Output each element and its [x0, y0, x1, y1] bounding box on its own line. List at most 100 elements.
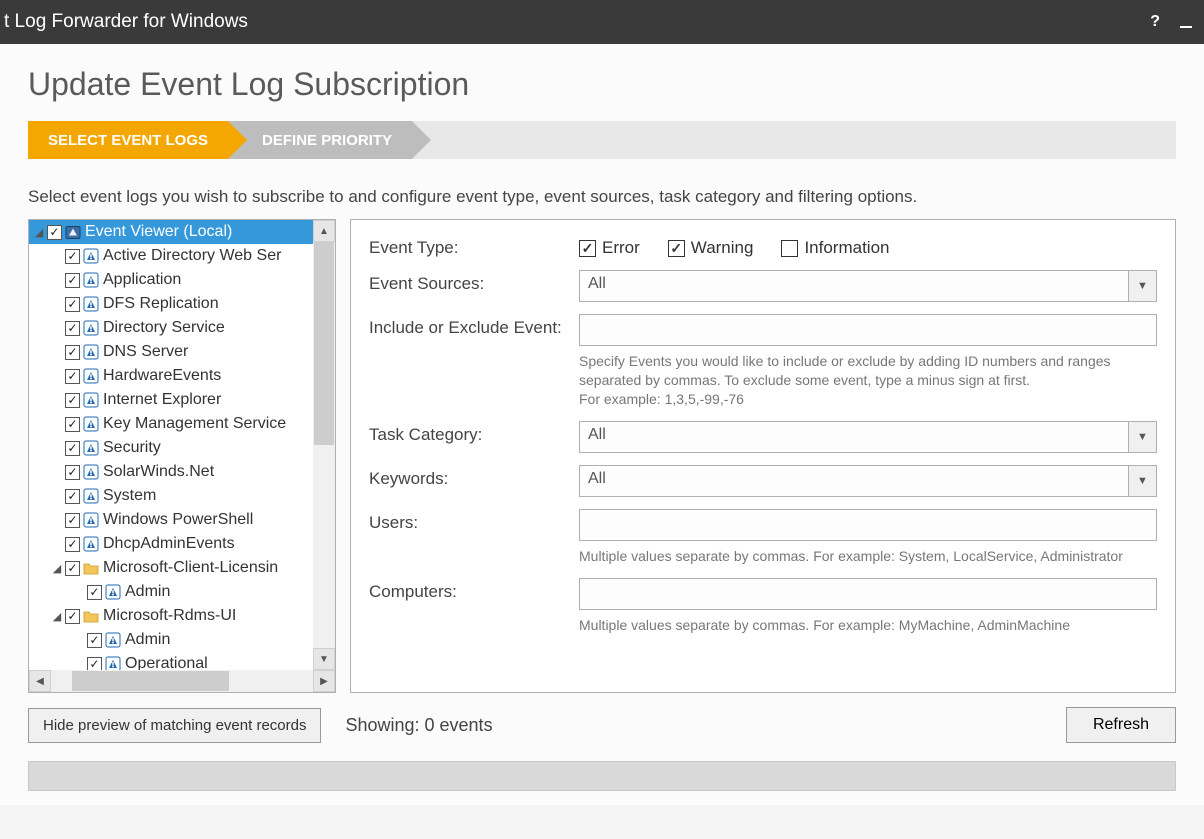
tree-item[interactable]: ✓ DhcpAdminEvents: [29, 532, 313, 556]
chevron-down-icon[interactable]: ▼: [1128, 466, 1156, 496]
expander-icon[interactable]: ◢: [49, 562, 65, 575]
log-icon: [83, 296, 99, 312]
filter-form: Event Type: ✓Error ✓Warning Information …: [350, 219, 1176, 693]
refresh-button[interactable]: Refresh: [1066, 707, 1176, 743]
log-icon: [83, 272, 99, 288]
log-icon: [105, 656, 121, 670]
label-include-exclude: Include or Exclude Event:: [369, 314, 579, 338]
tree-item[interactable]: ✓ Security: [29, 436, 313, 460]
tree-item[interactable]: ✓ System: [29, 484, 313, 508]
tree-item[interactable]: ✓DFS Replication: [29, 292, 313, 316]
help-icon[interactable]: ?: [1150, 13, 1160, 31]
tree-vertical-scrollbar[interactable]: ▲ ▼: [313, 220, 335, 670]
scroll-thumb-h[interactable]: [72, 671, 229, 691]
expander-icon[interactable]: ◢: [31, 226, 47, 239]
tree-checkbox[interactable]: ✓: [65, 297, 80, 312]
tree-checkbox[interactable]: ✓: [65, 537, 80, 552]
window-title: t Log Forwarder for Windows: [0, 11, 248, 33]
tree-item[interactable]: ✓ Admin: [29, 628, 313, 652]
tree-item[interactable]: ◢✓ Microsoft-Rdms-UI: [29, 604, 313, 628]
input-computers[interactable]: [579, 578, 1157, 610]
tree-item-label: Application: [103, 271, 181, 289]
tree-checkbox[interactable]: ✓: [65, 441, 80, 456]
tree-item-label: Microsoft-Rdms-UI: [103, 607, 236, 625]
tree-checkbox[interactable]: ✓: [65, 465, 80, 480]
tree-item[interactable]: ✓ Operational: [29, 652, 313, 670]
event-log-tree[interactable]: ◢✓Event Viewer (Local)✓Active Directory …: [28, 219, 336, 693]
chevron-down-icon[interactable]: ▼: [1128, 271, 1156, 301]
tree-item-label: Operational: [125, 655, 208, 670]
combo-event-sources[interactable]: All ▼: [579, 270, 1157, 302]
tree-checkbox[interactable]: ✓: [65, 249, 80, 264]
hint-computers: Multiple values separate by commas. For …: [579, 616, 1157, 635]
hide-preview-button[interactable]: Hide preview of matching event records: [28, 708, 321, 743]
step-select-event-logs[interactable]: SELECT EVENT LOGS: [28, 121, 228, 159]
tree-item-label: SolarWinds.Net: [103, 463, 214, 481]
tree-item[interactable]: ✓Windows PowerShell: [29, 508, 313, 532]
scroll-thumb[interactable]: [314, 242, 334, 445]
expander-icon[interactable]: ◢: [49, 610, 65, 623]
tree-item-label: HardwareEvents: [103, 367, 221, 385]
input-users[interactable]: [579, 509, 1157, 541]
folder-icon: [83, 608, 99, 624]
scroll-left-icon[interactable]: ◀: [29, 670, 51, 692]
log-icon: [83, 320, 99, 336]
tree-item[interactable]: ✓Directory Service: [29, 316, 313, 340]
combo-keywords[interactable]: All ▼: [579, 465, 1157, 497]
checkbox-information[interactable]: Information: [781, 238, 889, 258]
hint-include-exclude: Specify Events you would like to include…: [579, 352, 1157, 409]
label-event-sources: Event Sources:: [369, 270, 579, 294]
hint-users: Multiple values separate by commas. For …: [579, 547, 1157, 566]
tree-item-label: Security: [103, 439, 161, 457]
tree-item-label: Event Viewer (Local): [85, 223, 232, 241]
tree-item-root[interactable]: ◢✓ Event Viewer (Local): [29, 220, 313, 244]
tree-checkbox[interactable]: ✓: [87, 585, 102, 600]
tree-item-label: System: [103, 487, 156, 505]
log-icon: [105, 584, 121, 600]
chevron-down-icon[interactable]: ▼: [1128, 422, 1156, 452]
instruction-text: Select event logs you wish to subscribe …: [28, 187, 1176, 207]
log-icon: [83, 536, 99, 552]
combo-task-category[interactable]: All ▼: [579, 421, 1157, 453]
scroll-up-icon[interactable]: ▲: [313, 220, 335, 242]
tree-checkbox[interactable]: ✓: [65, 417, 80, 432]
tree-item[interactable]: ✓DNS Server: [29, 340, 313, 364]
tree-item[interactable]: ✓ Key Management Service: [29, 412, 313, 436]
scroll-down-icon[interactable]: ▼: [313, 648, 335, 670]
tree-checkbox[interactable]: ✓: [65, 561, 80, 576]
tree-checkbox[interactable]: ✓: [65, 345, 80, 360]
tree-checkbox[interactable]: ✓: [65, 393, 80, 408]
tree-checkbox[interactable]: ✓: [65, 273, 80, 288]
log-icon: [83, 488, 99, 504]
page-title: Update Event Log Subscription: [28, 66, 1176, 103]
tree-checkbox[interactable]: ✓: [87, 633, 102, 648]
log-icon: [83, 248, 99, 264]
tree-checkbox[interactable]: ✓: [65, 609, 80, 624]
tree-item[interactable]: ✓Active Directory Web Ser: [29, 244, 313, 268]
tree-item-label: DhcpAdminEvents: [103, 535, 235, 553]
tree-item-label: Admin: [125, 631, 170, 649]
tree-checkbox[interactable]: ✓: [87, 657, 102, 671]
checkbox-error[interactable]: ✓Error: [579, 238, 640, 258]
tree-item-label: Admin: [125, 583, 170, 601]
tree-horizontal-scrollbar[interactable]: ◀ ▶: [29, 670, 335, 692]
tree-item[interactable]: ◢✓Microsoft-Client-Licensin: [29, 556, 313, 580]
tree-checkbox[interactable]: ✓: [65, 369, 80, 384]
tree-checkbox[interactable]: ✓: [65, 321, 80, 336]
step-define-priority[interactable]: DEFINE PRIORITY: [228, 121, 412, 159]
tree-checkbox[interactable]: ✓: [65, 513, 80, 528]
tree-checkbox[interactable]: ✓: [65, 489, 80, 504]
tree-checkbox[interactable]: ✓: [47, 225, 62, 240]
scroll-right-icon[interactable]: ▶: [313, 670, 335, 692]
input-include-exclude[interactable]: [579, 314, 1157, 346]
tree-item-label: Key Management Service: [103, 415, 286, 433]
tree-item[interactable]: ✓ Application: [29, 268, 313, 292]
minimize-icon[interactable]: [1180, 26, 1192, 28]
log-icon: [83, 368, 99, 384]
tree-item[interactable]: ✓ Admin: [29, 580, 313, 604]
tree-item[interactable]: ✓ SolarWinds.Net: [29, 460, 313, 484]
tree-item[interactable]: ✓Internet Explorer: [29, 388, 313, 412]
label-event-type: Event Type:: [369, 234, 579, 258]
checkbox-warning[interactable]: ✓Warning: [668, 238, 754, 258]
tree-item[interactable]: ✓ HardwareEvents: [29, 364, 313, 388]
